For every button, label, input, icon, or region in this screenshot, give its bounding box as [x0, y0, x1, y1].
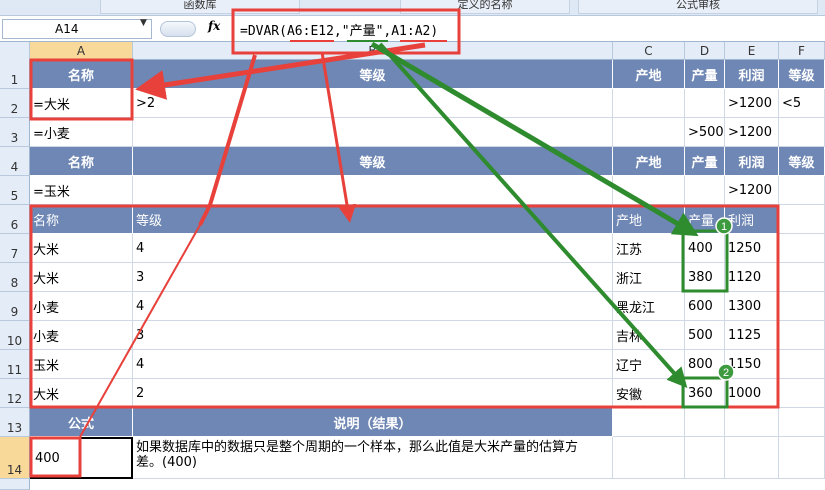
arrow-line-to-result-b	[198, 204, 212, 226]
arrow-to-match2	[378, 42, 688, 388]
arrow-to-match1	[370, 41, 699, 237]
marker-badge-1-label: 1	[721, 221, 727, 233]
arrow-line-to-result-c	[79, 224, 201, 438]
arrow-to-database	[320, 51, 356, 223]
annotation-overlay: 1 2	[29, 8, 780, 478]
marker-badge-2-label: 2	[723, 367, 729, 379]
match2-highlight-box	[681, 376, 729, 409]
database-highlight-box	[29, 204, 780, 409]
result-highlight-box	[29, 436, 82, 478]
criteria-highlight-box	[29, 58, 134, 121]
match1-highlight-box	[681, 229, 729, 293]
